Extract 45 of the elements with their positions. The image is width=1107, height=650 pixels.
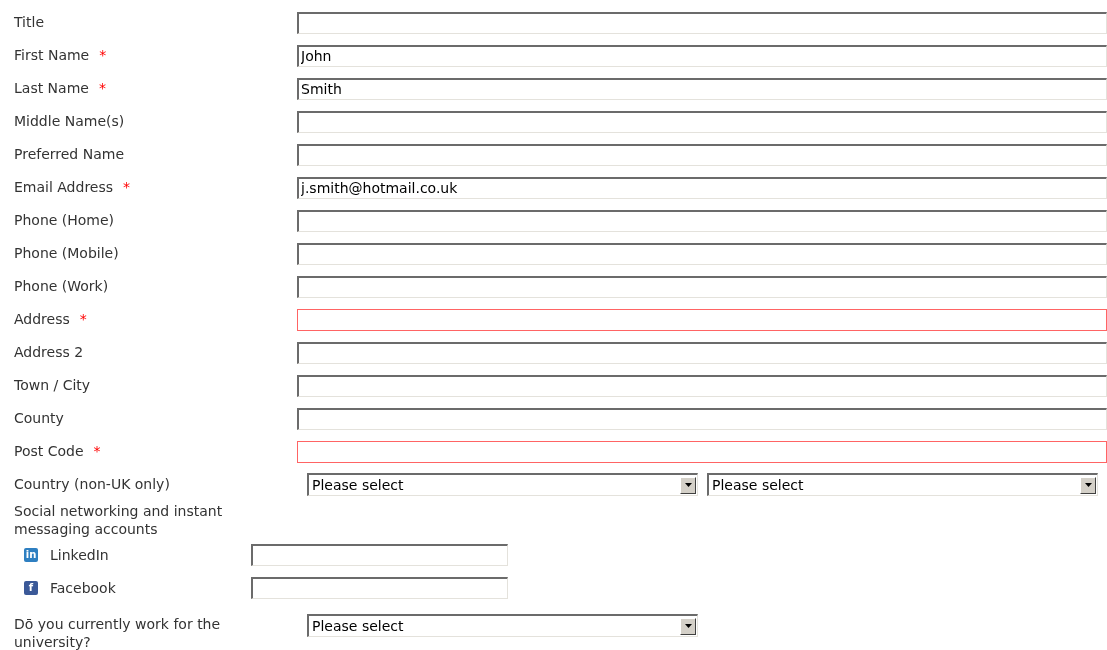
field-label: Dō you currently work for the university? bbox=[14, 615, 222, 650]
input-field[interactable] bbox=[251, 577, 508, 599]
required-mark: * bbox=[98, 79, 106, 98]
input-field[interactable] bbox=[297, 275, 1107, 298]
field-label: Middle Name(s) bbox=[14, 112, 125, 131]
field-label: Last Name bbox=[14, 79, 89, 98]
field-label: Title bbox=[14, 13, 44, 32]
input-field[interactable] bbox=[297, 11, 1107, 34]
field-label: Phone (Home) bbox=[14, 211, 115, 230]
facebook-icon: f bbox=[24, 581, 38, 595]
field-label: Post Code bbox=[14, 442, 84, 461]
input-field[interactable] bbox=[297, 440, 1107, 463]
required-mark: * bbox=[79, 310, 87, 329]
select-field[interactable]: Please select bbox=[307, 473, 698, 496]
linkedin-icon: in bbox=[24, 548, 38, 562]
input-field[interactable] bbox=[297, 143, 1107, 166]
input-field[interactable] bbox=[297, 209, 1107, 232]
field-label: First Name bbox=[14, 46, 90, 65]
input-field[interactable] bbox=[297, 407, 1107, 430]
field-label: LinkedIn bbox=[50, 545, 109, 565]
select-field[interactable]: Please select bbox=[707, 473, 1098, 496]
field-label: Preferred Name bbox=[14, 145, 124, 164]
field-label: County bbox=[14, 409, 64, 428]
field-label: Address bbox=[14, 310, 70, 329]
input-field[interactable] bbox=[297, 308, 1107, 331]
field-label: Phone (Mobile) bbox=[14, 244, 119, 263]
required-mark: * bbox=[99, 46, 107, 65]
field-label: Phone (Work) bbox=[14, 277, 109, 296]
input-field[interactable] bbox=[297, 242, 1107, 265]
field-label: Email Address bbox=[14, 178, 114, 197]
input-field[interactable] bbox=[297, 110, 1107, 133]
input-field[interactable]: Smith bbox=[297, 77, 1107, 100]
input-field[interactable]: j.smith@hotmail.co.uk bbox=[297, 176, 1107, 199]
field-label: Country (non-UK only) bbox=[14, 475, 171, 494]
required-mark: * bbox=[93, 442, 101, 461]
input-field[interactable] bbox=[251, 544, 508, 566]
input-field[interactable] bbox=[297, 374, 1107, 397]
input-field[interactable]: John bbox=[297, 44, 1107, 67]
field-label: Facebook bbox=[50, 578, 116, 598]
required-mark: * bbox=[123, 178, 131, 197]
input-field[interactable] bbox=[297, 341, 1107, 364]
select-field[interactable]: Please select bbox=[307, 614, 698, 637]
section-heading: Social networking and instant messaging accounts bbox=[14, 502, 224, 538]
field-label: Address 2 bbox=[14, 343, 84, 362]
field-label: Town / City bbox=[14, 376, 91, 395]
